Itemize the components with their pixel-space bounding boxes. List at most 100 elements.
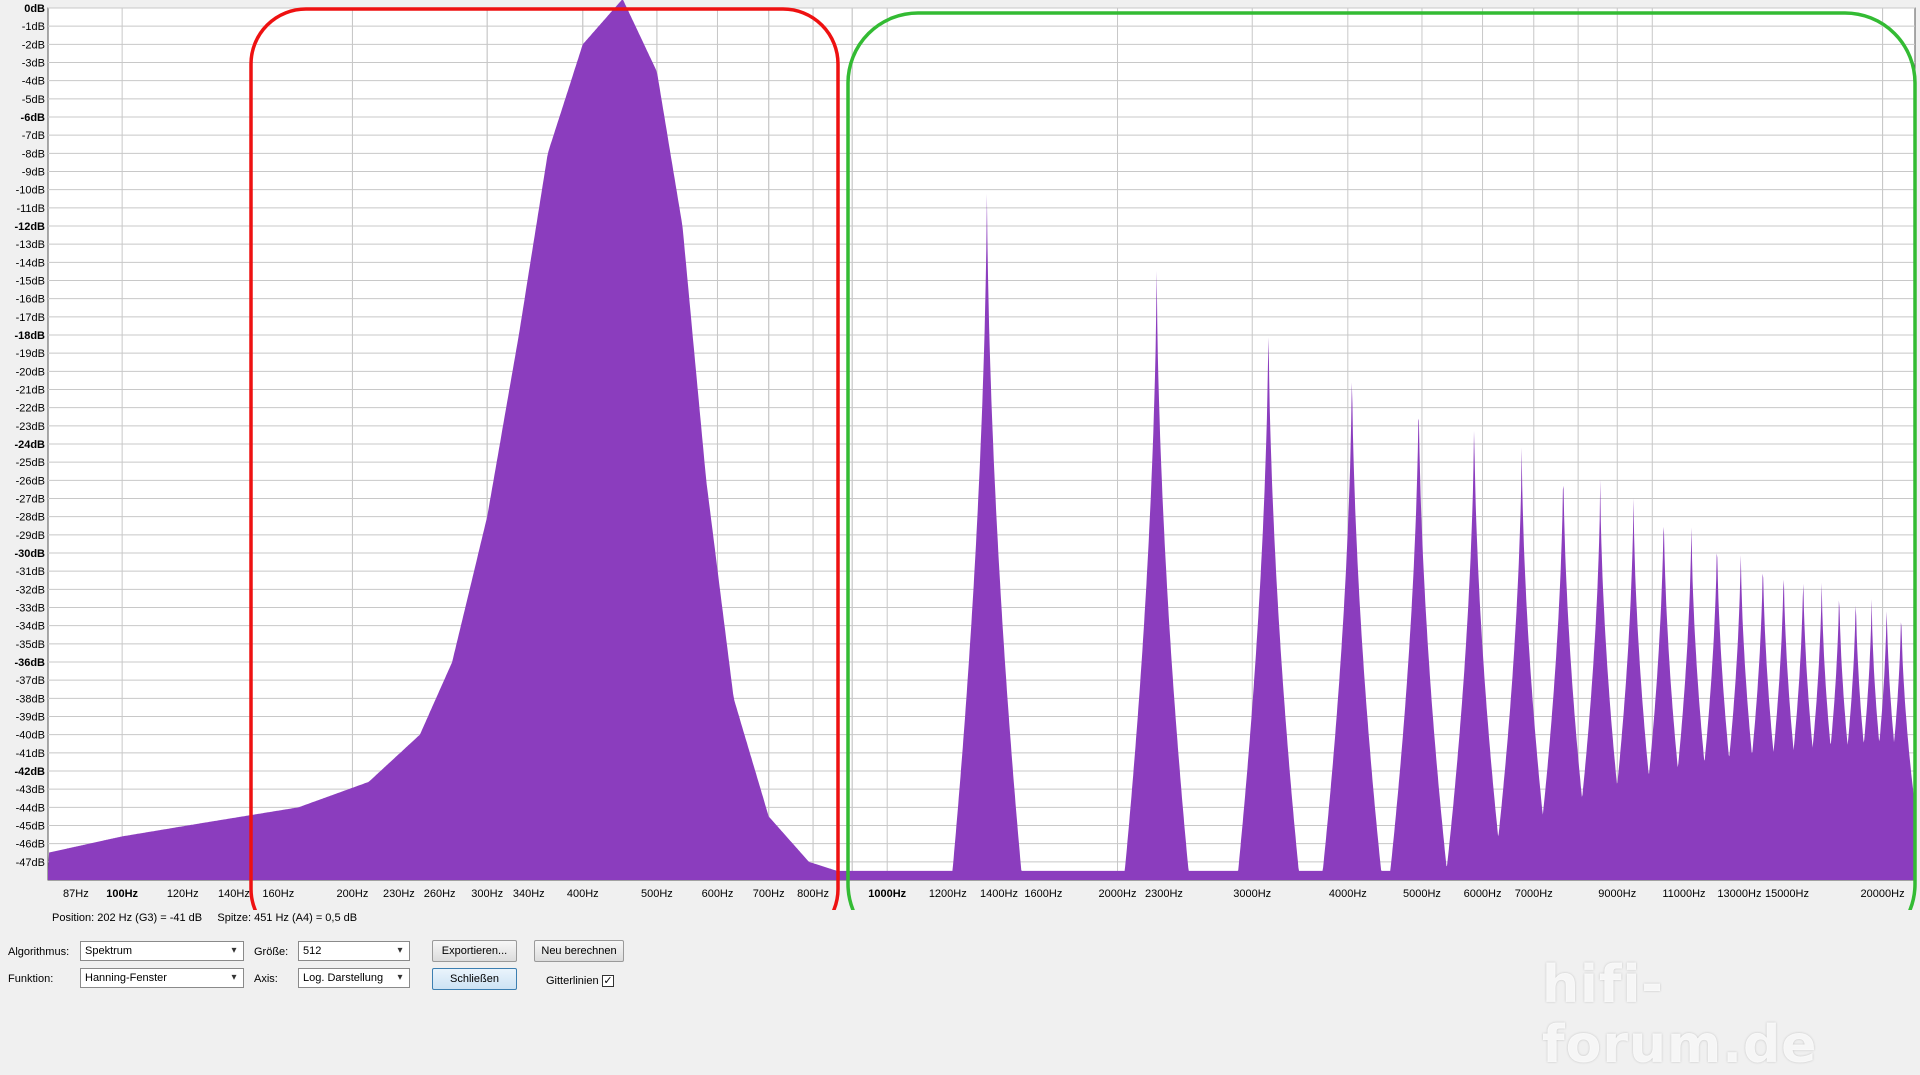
x-tick-label: 9000Hz (1598, 888, 1636, 900)
x-tick-label: 1400Hz (980, 888, 1018, 900)
y-tick-label: -15dB (16, 276, 45, 288)
y-tick-label: -30dB (14, 548, 45, 560)
y-tick-label: -36dB (14, 657, 45, 669)
chevron-down-icon: ▾ (231, 972, 237, 983)
y-tick-label: -38dB (16, 693, 45, 705)
y-tick-label: -43dB (16, 784, 45, 796)
x-tick-label: 15000Hz (1765, 888, 1809, 900)
y-tick-label: 0dB (24, 3, 45, 15)
y-tick-label: -35dB (16, 639, 45, 651)
y-axis-labels: 0dB -1dB -2dB -3dB -4dB -5dB -6dB -7dB -8dB -9dB -… (14, 3, 45, 869)
export-button[interactable]: Exportieren... (432, 940, 517, 962)
x-tick-label: 2000Hz (1099, 888, 1137, 900)
x-tick-label: 120Hz (167, 888, 199, 900)
x-tick-label: 5000Hz (1403, 888, 1441, 900)
y-tick-label: -9dB (22, 167, 45, 179)
x-tick-label: 700Hz (753, 888, 785, 900)
y-tick-label: -40dB (16, 730, 45, 742)
y-tick-label: -3dB (22, 58, 45, 70)
x-tick-label: 100Hz (106, 888, 138, 900)
x-tick-label: 600Hz (702, 888, 734, 900)
y-tick-label: -16dB (16, 294, 45, 306)
x-tick-label: 230Hz (383, 888, 415, 900)
x-tick-label: 2300Hz (1145, 888, 1183, 900)
size-select[interactable]: 512 ▾ (298, 941, 410, 961)
x-tick-label: 160Hz (262, 888, 294, 900)
x-tick-label: 800Hz (797, 888, 829, 900)
axis-select-value: Log. Darstellung (303, 972, 384, 984)
x-tick-label: 87Hz (63, 888, 89, 900)
x-tick-label: 11000Hz (1662, 888, 1705, 900)
size-select-value: 512 (303, 945, 322, 957)
peak-readout: Spitze: 451 Hz (A4) = 0,5 dB (217, 912, 358, 924)
y-tick-label: -10dB (16, 185, 45, 197)
y-tick-label: -39dB (16, 712, 45, 724)
spectrum-plot: 0dB -1dB -2dB -3dB -4dB -5dB -6dB -7dB -8dB -9dB -… (14, 0, 1917, 910)
algorithm-select[interactable]: Spektrum ▾ (80, 941, 244, 961)
y-tick-label: -14dB (16, 257, 45, 269)
x-tick-label: 1000Hz (868, 888, 906, 900)
y-tick-label: -21dB (16, 385, 45, 397)
y-tick-label: -46dB (16, 839, 45, 851)
x-tick-label: 200Hz (337, 888, 369, 900)
window-function-select-value: Hanning-Fenster (85, 972, 167, 984)
x-tick-label: 4000Hz (1329, 888, 1367, 900)
gridlines-checkbox[interactable]: ✓ (602, 975, 614, 987)
y-tick-label: -2dB (22, 39, 45, 51)
x-tick-label: 400Hz (567, 888, 599, 900)
x-tick-label: 140Hz (218, 888, 250, 900)
axis-select[interactable]: Log. Darstellung ▾ (298, 968, 410, 988)
x-axis-labels: 87Hz 100Hz 120Hz 140Hz 160Hz 200Hz 230Hz 260Hz 3… (63, 888, 1905, 900)
status-bar: Position: 202 Hz (G3) = -41 dB Spitze: 4… (52, 912, 357, 924)
x-tick-label: 13000Hz (1717, 888, 1761, 900)
cursor-position-readout: Position: 202 Hz (G3) = -41 dB (52, 912, 203, 924)
x-tick-label: 1200Hz (929, 888, 967, 900)
y-tick-label: -12dB (14, 221, 45, 233)
y-tick-label: -41dB (16, 748, 45, 760)
y-tick-label: -44dB (16, 802, 45, 814)
watermark: hifi-forum.de (1542, 955, 1818, 1075)
axis-label: Axis: (254, 973, 278, 985)
y-tick-label: -8dB (22, 148, 45, 160)
y-tick-label: -42dB (14, 766, 45, 778)
y-tick-label: -23dB (16, 421, 45, 433)
y-tick-label: -28dB (16, 512, 45, 524)
x-tick-label: 3000Hz (1233, 888, 1271, 900)
y-tick-label: -31dB (16, 566, 45, 578)
x-tick-label: 300Hz (471, 888, 503, 900)
x-tick-label: 20000Hz (1861, 888, 1905, 900)
y-tick-label: -6dB (21, 112, 46, 124)
x-tick-label: 7000Hz (1515, 888, 1553, 900)
y-tick-label: -22dB (16, 403, 45, 415)
y-tick-label: -32dB (16, 584, 45, 596)
close-button[interactable]: Schließen (432, 968, 517, 990)
size-label: Größe: (254, 946, 289, 958)
chevron-down-icon: ▾ (397, 972, 403, 983)
y-tick-label: -26dB (16, 475, 45, 487)
y-tick-label: -33dB (16, 603, 45, 615)
y-tick-label: -13dB (16, 239, 45, 251)
chevron-down-icon: ▾ (231, 945, 237, 956)
chevron-down-icon: ▾ (397, 945, 403, 956)
y-tick-label: -29dB (16, 530, 45, 542)
y-tick-label: -5dB (22, 94, 45, 106)
algorithm-select-value: Spektrum (85, 945, 133, 957)
y-tick-label: -11dB (16, 203, 45, 215)
y-tick-label: -20dB (16, 366, 45, 378)
y-tick-label: -24dB (14, 439, 45, 451)
y-tick-label: -4dB (22, 76, 45, 88)
x-tick-label: 260Hz (424, 888, 456, 900)
x-tick-label: 6000Hz (1464, 888, 1502, 900)
x-tick-label: 340Hz (513, 888, 545, 900)
function-label: Funktion: (8, 973, 54, 985)
algorithm-label: Algorithmus: (8, 946, 70, 958)
y-tick-label: -27dB (16, 494, 45, 506)
recalculate-button[interactable]: Neu berechnen (534, 940, 624, 962)
y-tick-label: -19dB (16, 348, 45, 360)
x-tick-label: 500Hz (641, 888, 673, 900)
y-tick-label: -25dB (16, 457, 45, 469)
window-function-select[interactable]: Hanning-Fenster ▾ (80, 968, 244, 988)
y-tick-label: -17dB (16, 312, 45, 324)
y-tick-label: -45dB (16, 821, 45, 833)
y-tick-label: -47dB (16, 857, 45, 869)
